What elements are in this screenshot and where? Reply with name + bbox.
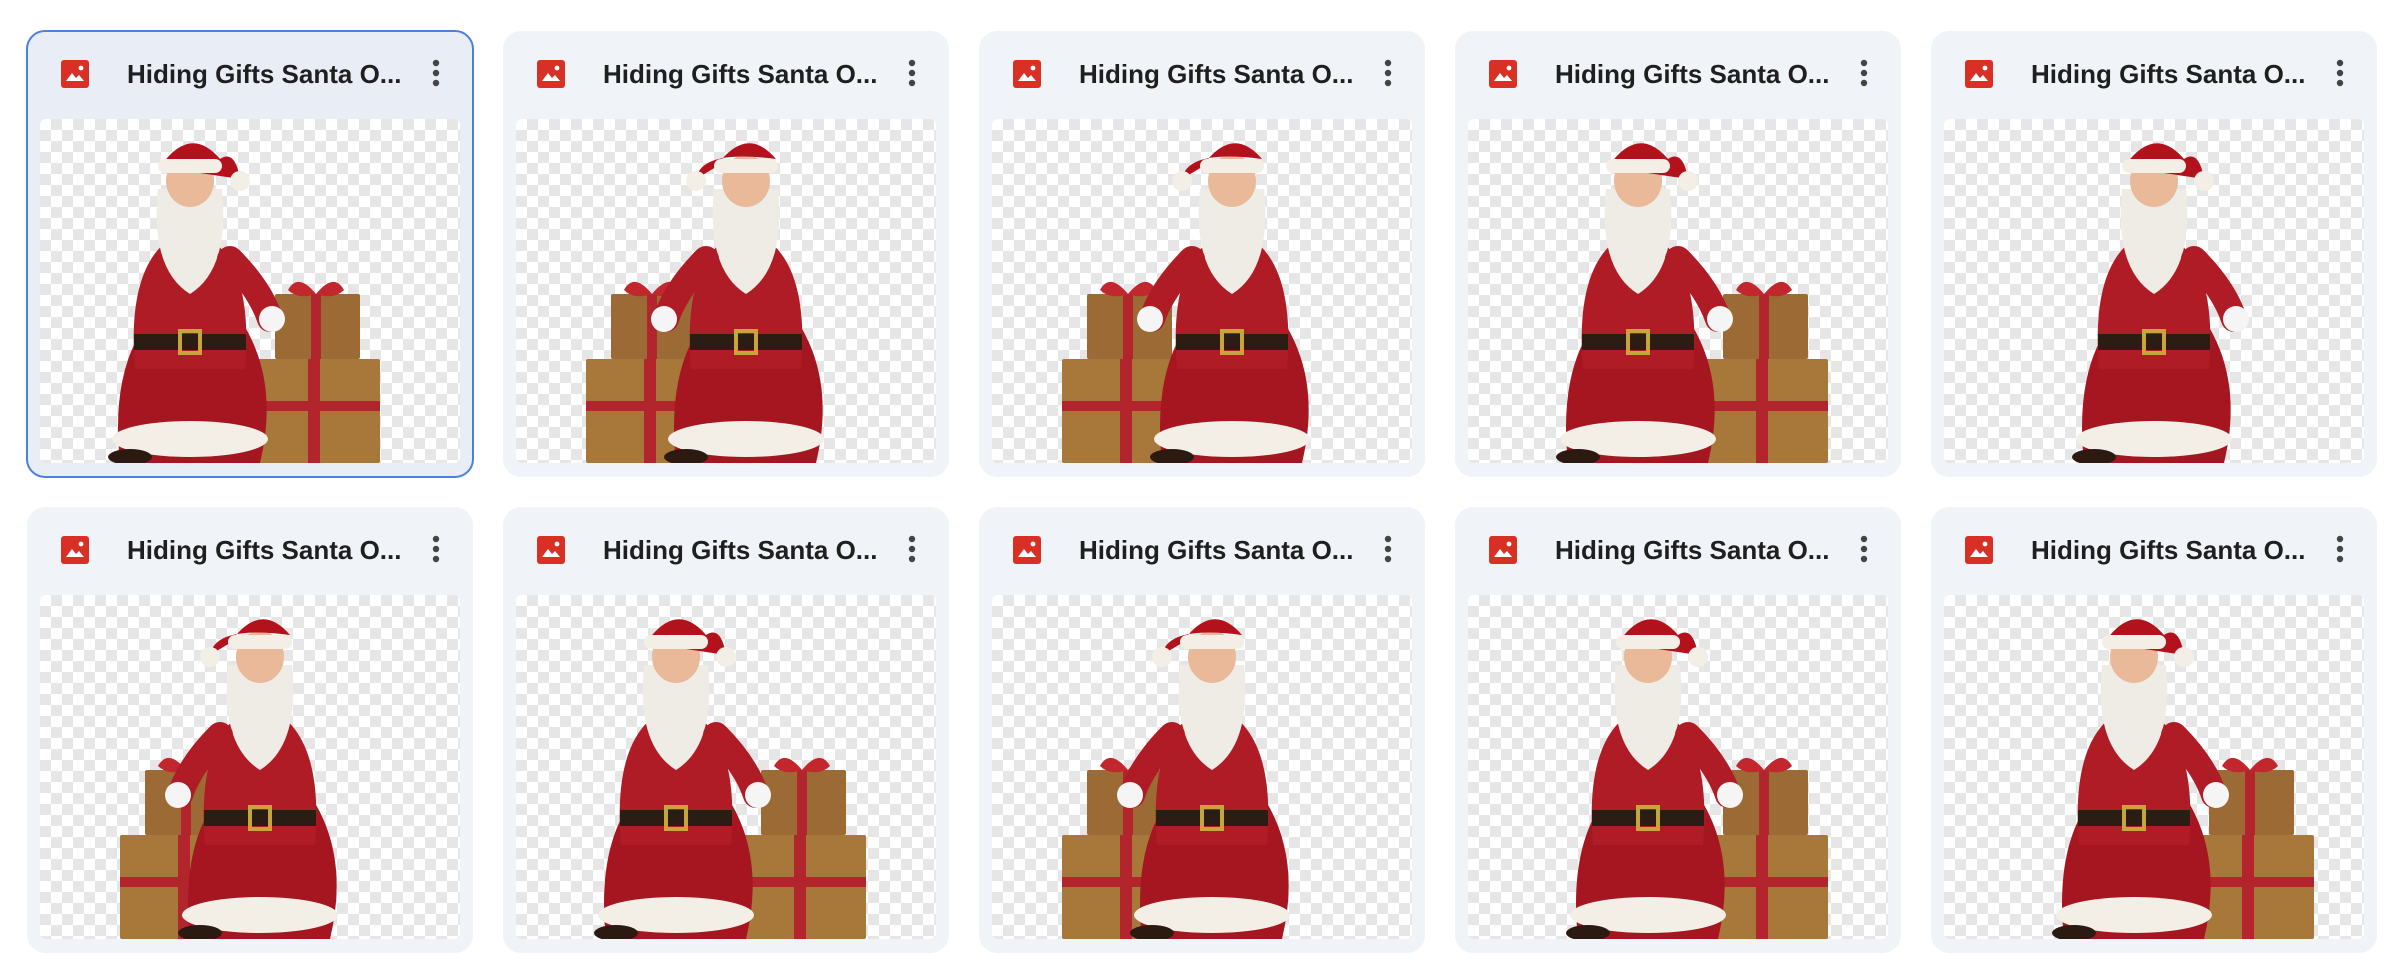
card-header: Hiding Gifts Santa O... — [1455, 31, 1901, 119]
more-vertical-icon — [1384, 59, 1392, 87]
image-file-icon — [61, 60, 89, 88]
santa-illustration — [586, 143, 824, 463]
more-actions-button[interactable] — [888, 49, 936, 97]
more-vertical-icon — [1384, 535, 1392, 563]
image-thumbnail[interactable] — [992, 119, 1412, 463]
file-card[interactable]: Hiding Gifts Santa O... — [1455, 507, 1901, 953]
card-header: Hiding Gifts Santa O... — [1455, 507, 1901, 595]
image-thumbnail[interactable] — [40, 119, 460, 463]
more-actions-button[interactable] — [2316, 525, 2364, 573]
file-card[interactable]: Hiding Gifts Santa O... — [503, 507, 949, 953]
file-card[interactable]: Hiding Gifts Santa O... — [1455, 31, 1901, 477]
more-actions-button[interactable] — [1364, 525, 1412, 573]
image-thumbnail[interactable] — [516, 595, 936, 939]
more-vertical-icon — [2336, 535, 2344, 563]
file-title: Hiding Gifts Santa O... — [603, 535, 878, 565]
more-actions-button[interactable] — [2316, 49, 2364, 97]
file-card[interactable]: Hiding Gifts Santa O... — [979, 507, 1425, 953]
santa-illustration — [1566, 619, 1828, 939]
file-card[interactable]: Hiding Gifts Santa O... — [1931, 31, 2377, 477]
image-file-icon — [1489, 536, 1517, 564]
santa-illustration — [2052, 619, 2314, 939]
more-actions-button[interactable] — [888, 525, 936, 573]
file-title: Hiding Gifts Santa O... — [127, 535, 402, 565]
file-title: Hiding Gifts Santa O... — [2031, 59, 2306, 89]
santa-illustration — [1062, 143, 1310, 463]
file-card[interactable]: Hiding Gifts Santa O... — [27, 507, 473, 953]
file-title: Hiding Gifts Santa O... — [2031, 535, 2306, 565]
image-file-icon — [537, 536, 565, 564]
santa-illustration — [120, 619, 338, 939]
more-vertical-icon — [908, 59, 916, 87]
file-card[interactable]: Hiding Gifts Santa O... — [26, 30, 474, 478]
file-title: Hiding Gifts Santa O... — [1079, 59, 1354, 89]
image-file-icon — [1965, 60, 1993, 88]
image-file-icon — [61, 536, 89, 564]
file-card[interactable]: Hiding Gifts Santa O... — [503, 31, 949, 477]
file-card[interactable]: Hiding Gifts Santa O... — [1931, 507, 2377, 953]
santa-illustration — [594, 619, 866, 939]
image-file-icon — [1013, 536, 1041, 564]
file-title: Hiding Gifts Santa O... — [603, 59, 878, 89]
santa-illustration — [2072, 143, 2249, 463]
more-vertical-icon — [908, 535, 916, 563]
card-header: Hiding Gifts Santa O... — [503, 507, 949, 595]
card-header: Hiding Gifts Santa O... — [1931, 31, 2377, 119]
more-actions-button[interactable] — [412, 525, 460, 573]
card-header: Hiding Gifts Santa O... — [1931, 507, 2377, 595]
santa-illustration — [108, 143, 380, 463]
card-header: Hiding Gifts Santa O... — [27, 31, 473, 119]
more-vertical-icon — [2336, 59, 2344, 87]
file-title: Hiding Gifts Santa O... — [1079, 535, 1354, 565]
more-actions-button[interactable] — [412, 49, 460, 97]
card-header: Hiding Gifts Santa O... — [503, 31, 949, 119]
image-thumbnail[interactable] — [1468, 119, 1888, 463]
file-title: Hiding Gifts Santa O... — [127, 59, 402, 89]
image-file-icon — [1013, 60, 1041, 88]
image-thumbnail[interactable] — [516, 119, 936, 463]
more-actions-button[interactable] — [1840, 49, 1888, 97]
image-thumbnail[interactable] — [1944, 119, 2364, 463]
more-vertical-icon — [432, 535, 440, 563]
more-vertical-icon — [1860, 535, 1868, 563]
more-vertical-icon — [432, 59, 440, 87]
image-file-icon — [1489, 60, 1517, 88]
image-file-icon — [1965, 536, 1993, 564]
image-thumbnail[interactable] — [1944, 595, 2364, 939]
card-header: Hiding Gifts Santa O... — [979, 31, 1425, 119]
image-file-icon — [537, 60, 565, 88]
card-header: Hiding Gifts Santa O... — [27, 507, 473, 595]
file-grid: Hiding Gifts Santa O... Hiding Gifts San… — [26, 30, 2377, 953]
image-thumbnail[interactable] — [40, 595, 460, 939]
image-thumbnail[interactable] — [992, 595, 1412, 939]
more-actions-button[interactable] — [1364, 49, 1412, 97]
santa-illustration — [1062, 619, 1290, 939]
card-header: Hiding Gifts Santa O... — [979, 507, 1425, 595]
more-vertical-icon — [1860, 59, 1868, 87]
file-card[interactable]: Hiding Gifts Santa O... — [979, 31, 1425, 477]
more-actions-button[interactable] — [1840, 525, 1888, 573]
santa-illustration — [1556, 143, 1828, 463]
image-thumbnail[interactable] — [1468, 595, 1888, 939]
file-title: Hiding Gifts Santa O... — [1555, 59, 1830, 89]
file-title: Hiding Gifts Santa O... — [1555, 535, 1830, 565]
